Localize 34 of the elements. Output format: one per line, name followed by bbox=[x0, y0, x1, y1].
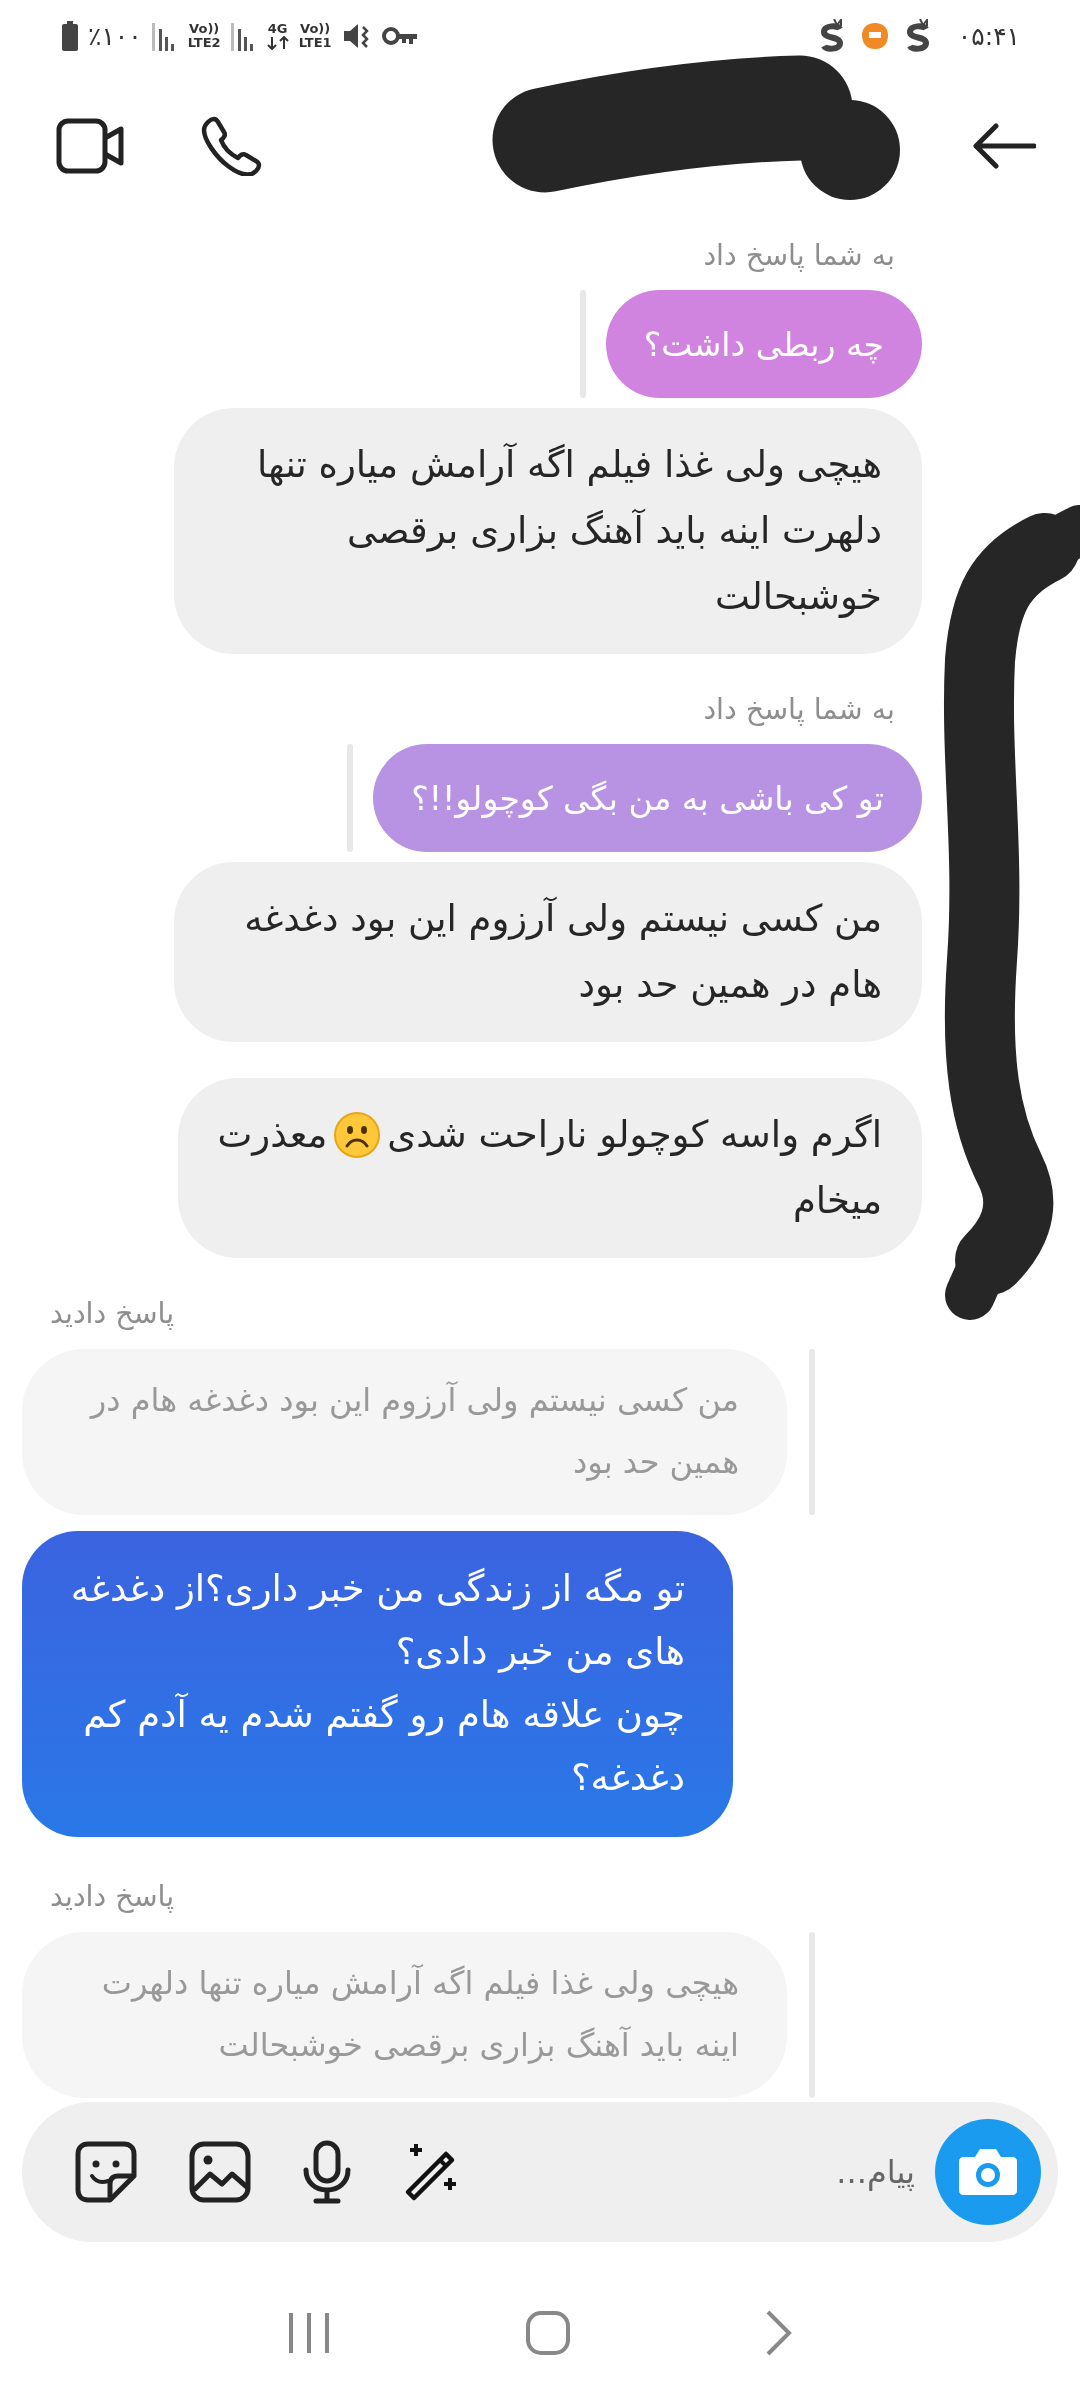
gallery-icon[interactable] bbox=[188, 2140, 252, 2204]
battery-icon bbox=[62, 21, 78, 51]
message-text: میخام bbox=[792, 1178, 882, 1224]
quoted-message[interactable]: هیچی ولی غذا فیلم اگه آرامش میاره تنها دلهرت اینه باید آهنگ بزاری برقصی خوشبحالت bbox=[22, 1932, 787, 2098]
video-call-icon[interactable] bbox=[56, 118, 126, 174]
message-text: اگرم واسه کوچولو ناراحت شدی bbox=[387, 1112, 882, 1158]
quoted-message[interactable]: من کسی نیستم ولی آرزوم این بود دغدغه هام در همین حد بود bbox=[22, 1349, 787, 1515]
reply-label: پاسخ دادید bbox=[50, 1296, 175, 1332]
battery-percent: ٪۱۰۰ bbox=[88, 21, 142, 51]
recent-apps-icon[interactable] bbox=[287, 2311, 331, 2355]
volte-indicator: Vo)) LTE1 bbox=[298, 22, 332, 50]
microphone-icon[interactable] bbox=[302, 2140, 352, 2204]
network-indicator: 4G bbox=[266, 22, 289, 50]
phone-icon[interactable] bbox=[200, 116, 264, 176]
camera-icon bbox=[957, 2147, 1019, 2197]
reply-label: به شما پاسخ داد bbox=[702, 692, 895, 728]
key-icon bbox=[381, 25, 418, 47]
message-field[interactable]: پیام... bbox=[512, 2141, 917, 2203]
sticker-icon[interactable] bbox=[74, 2140, 138, 2204]
clock: ۰۵:۴۱ bbox=[957, 21, 1020, 51]
quoted-message[interactable]: چه ربطی داشت؟ bbox=[605, 290, 922, 398]
message-bubble: من کسی نیستم ولی آرزوم این بود دغدغه هام در همین حد بود bbox=[174, 862, 922, 1042]
reply-label: به شما پاسخ داد bbox=[702, 238, 895, 274]
message-bubble: هیچی ولی غذا فیلم اگه آرامش میاره تنها دلهرت اینه باید آهنگ بزاری برقصی خوشبحالت bbox=[174, 408, 922, 654]
back-icon[interactable] bbox=[765, 2309, 793, 2357]
quoted-message[interactable]: تو کی باشی به من بگی کوچولو!!؟ bbox=[373, 744, 922, 852]
message-text: معذرت bbox=[217, 1112, 328, 1158]
home-icon[interactable] bbox=[525, 2310, 571, 2356]
message-bubble: تو مگه از زندگی من خبر داری؟از دغدغه های من خبر دادی؟ چون علاقه هام رو گفتم شدم یه آدم کم دغدغه؟ bbox=[22, 1531, 733, 1837]
reply-label: پاسخ دادید bbox=[50, 1879, 175, 1915]
frowning-face-icon bbox=[333, 1111, 382, 1159]
volte-indicator: Vo)) LTE2 bbox=[187, 22, 221, 50]
back-arrow-icon[interactable] bbox=[972, 123, 1036, 169]
data-arrows-icon bbox=[266, 36, 289, 50]
